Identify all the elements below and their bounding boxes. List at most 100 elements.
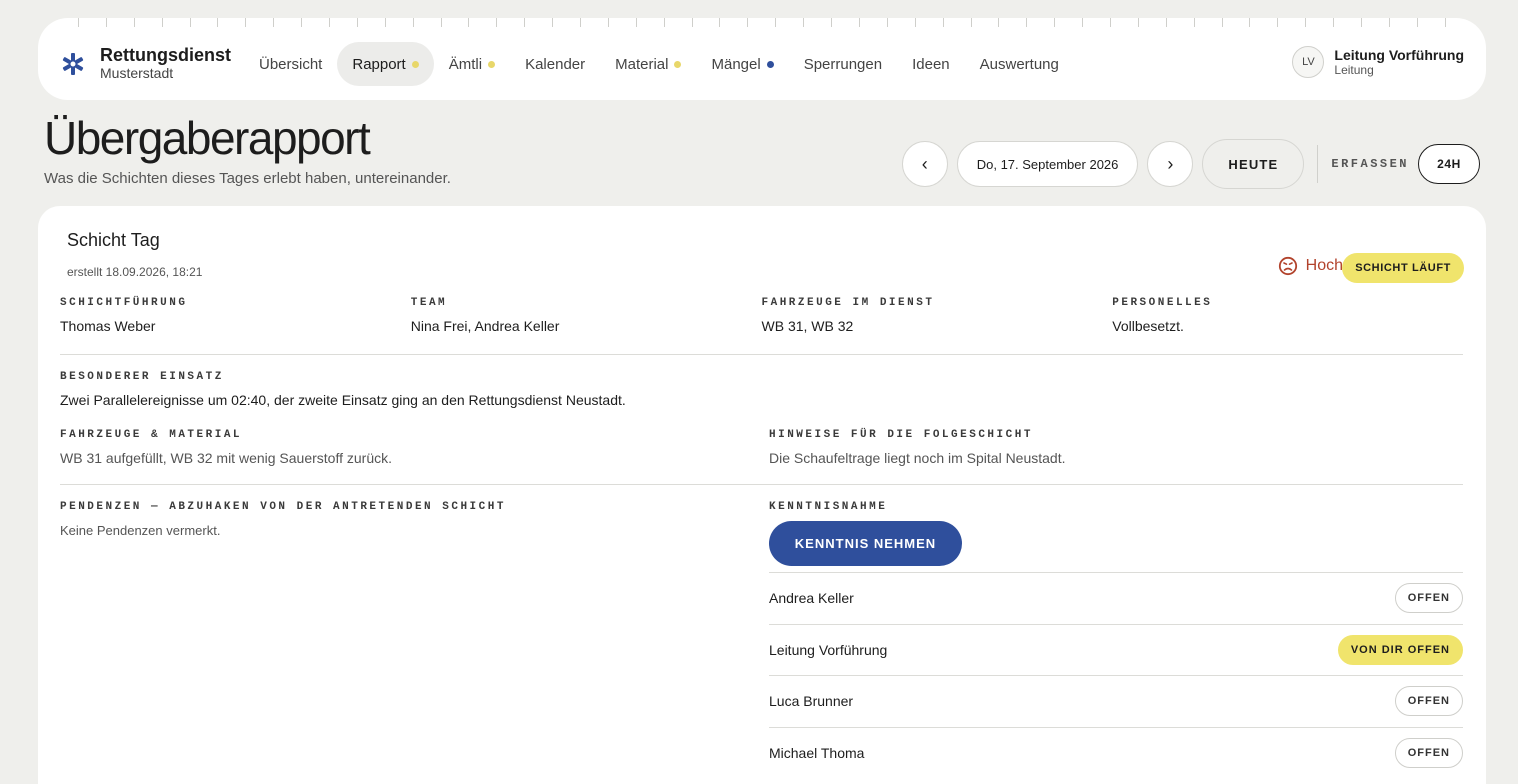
notification-dot	[766, 60, 774, 68]
ruler-tick	[942, 18, 944, 27]
nav-item-auswertung[interactable]: Auswertung	[965, 42, 1074, 86]
vehicles-value: WB 31, WB 32	[761, 318, 854, 334]
divider	[60, 354, 1463, 355]
ruler-ticks	[38, 18, 1486, 28]
ruler-tick	[607, 18, 609, 27]
nav-item-rapport[interactable]: Rapport	[337, 42, 434, 86]
team-value: Nina Frei, Andrea Keller	[410, 318, 560, 334]
field-label: Team	[410, 297, 448, 309]
24h-button[interactable]: 24H	[1418, 144, 1480, 184]
field-label: Fahrzeuge & Material	[60, 429, 243, 441]
nav-item-label: Kalender	[525, 55, 586, 73]
nav-item-label: Übersicht	[259, 55, 323, 73]
avatar: LV	[1292, 46, 1325, 78]
shift-created: erstellt 18.09.2026, 18:21	[67, 265, 203, 279]
next-shift-notes-section: Hinweise für die Folgeschicht Die Schauf…	[769, 429, 1066, 466]
brand[interactable]: Rettungsdienst Musterstadt	[60, 46, 231, 81]
ruler-tick	[301, 18, 303, 27]
nav-item-übersicht[interactable]: Übersicht	[244, 42, 337, 86]
page-title: Übergaberapport	[44, 112, 371, 164]
ruler-tick	[886, 18, 888, 27]
acknowledgement-row: Andrea Keller OFFEN	[769, 572, 1463, 624]
nav-item-sperrungen[interactable]: Sperrungen	[789, 42, 897, 86]
date-picker[interactable]: Do, 17. September 2026	[956, 141, 1139, 187]
special-operation-section: Besonderer Einsatz Zwei Parallelereignis…	[60, 371, 626, 408]
next-day-button[interactable]: ›	[1147, 141, 1194, 187]
ruler-tick	[1221, 18, 1223, 27]
top-navigation-bar: Rettungsdienst Musterstadt Übersicht Rapp…	[38, 18, 1486, 100]
nav-item-label: Ämtli	[448, 55, 483, 73]
nav-item-kalender[interactable]: Kalender	[510, 42, 600, 86]
ruler-tick	[1416, 18, 1418, 27]
pending-section: Pendenzen — abzuhaken von der antretende…	[60, 501, 506, 538]
nav-item-ämtli[interactable]: Ämtli	[434, 42, 510, 86]
ruler-tick	[440, 18, 442, 27]
notification-dot	[674, 60, 682, 68]
star-of-life-icon	[62, 52, 84, 75]
acknowledgement-name: Michael Thoma	[769, 744, 865, 761]
field-label: Personelles	[1112, 297, 1213, 309]
field-label: Besonderer Einsatz	[60, 371, 224, 383]
ruler-tick	[356, 18, 358, 27]
acknowledgement-status-badge: OFFEN	[1394, 737, 1463, 768]
ruler-tick	[1026, 18, 1028, 27]
ruler-tick	[161, 18, 163, 27]
acknowledgement-list: Andrea Keller OFFEN Leitung Vorführung VON …	[769, 572, 1463, 778]
ruler-tick	[691, 18, 693, 27]
user-menu[interactable]: LV Leitung Vorführung Leitung	[1292, 46, 1464, 78]
ruler-tick	[858, 18, 860, 27]
brand-subtitle: Musterstadt	[100, 65, 174, 81]
ruler-tick	[1082, 18, 1084, 27]
ruler-tick	[635, 18, 637, 27]
user-name: Leitung Vorführung	[1334, 47, 1464, 63]
nav-item-ideen[interactable]: Ideen	[897, 42, 965, 86]
acknowledgement-name: Leitung Vorführung	[769, 641, 888, 658]
notification-dot	[411, 60, 419, 68]
nav-item-mängel[interactable]: Mängel	[696, 42, 788, 86]
ruler-tick	[1249, 18, 1251, 27]
divider	[1317, 145, 1319, 183]
ruler-tick	[496, 18, 498, 27]
acknowledgement-section: Kenntnisnahme	[769, 501, 887, 513]
ruler-tick	[105, 18, 107, 27]
acknowledgement-status-badge: VON DIR OFFEN	[1337, 634, 1463, 665]
ruler-tick	[970, 18, 972, 27]
next-shift-notes-value: Die Schaufeltrage liegt noch im Spital N…	[769, 450, 1066, 466]
frowning-face-icon	[1278, 256, 1297, 276]
ruler-tick	[329, 18, 331, 27]
status-badge: SCHICHT LÄUFT	[1342, 253, 1464, 283]
field-label: Fahrzeuge im Dienst	[761, 297, 935, 309]
erfassen-label: ERFASSEN	[1331, 157, 1409, 171]
nav-item-label: Material	[615, 55, 669, 73]
ruler-tick	[412, 18, 414, 27]
acknowledgement-name: Luca Brunner	[769, 693, 854, 710]
nav-item-label: Sperrungen	[803, 55, 883, 73]
field-label: Schichtführung	[60, 297, 188, 309]
field-label: Kenntnisnahme	[769, 501, 888, 513]
field-label: Pendenzen — abzuhaken von der antretende…	[60, 501, 506, 513]
date-controls: ‹ Do, 17. September 2026 › HEUTE ERFASSE…	[901, 139, 1480, 189]
ruler-tick	[1193, 18, 1195, 27]
nav-item-label: Rapport	[352, 55, 406, 73]
acknowledge-button[interactable]: KENNTNIS NEHMEN	[769, 521, 962, 566]
ruler-tick	[245, 18, 247, 27]
nav-item-label: Ideen	[912, 55, 950, 73]
ruler-tick	[1137, 18, 1139, 27]
main-nav: Übersicht Rapport Ämtli Kalender Material Män…	[244, 42, 1074, 86]
mood-label: Hoch	[1305, 257, 1343, 274]
ruler-tick	[1165, 18, 1167, 27]
vehicles-material-value: WB 31 aufgefüllt, WB 32 mit wenig Sauers…	[60, 450, 393, 466]
ruler-tick	[1109, 18, 1111, 27]
ruler-tick	[719, 18, 721, 27]
ruler-tick	[1277, 18, 1279, 27]
ruler-tick	[747, 18, 749, 27]
previous-day-button[interactable]: ‹	[901, 141, 948, 187]
ruler-tick	[580, 18, 582, 27]
ruler-tick	[189, 18, 191, 27]
ruler-tick	[998, 18, 1000, 27]
nav-item-material[interactable]: Material	[600, 42, 696, 86]
ruler-tick	[1054, 18, 1056, 27]
page-subtitle: Was die Schichten dieses Tages erlebt ha…	[44, 170, 451, 187]
shift-lead-value: Thomas Weber	[60, 318, 156, 334]
today-button[interactable]: HEUTE	[1202, 139, 1305, 189]
